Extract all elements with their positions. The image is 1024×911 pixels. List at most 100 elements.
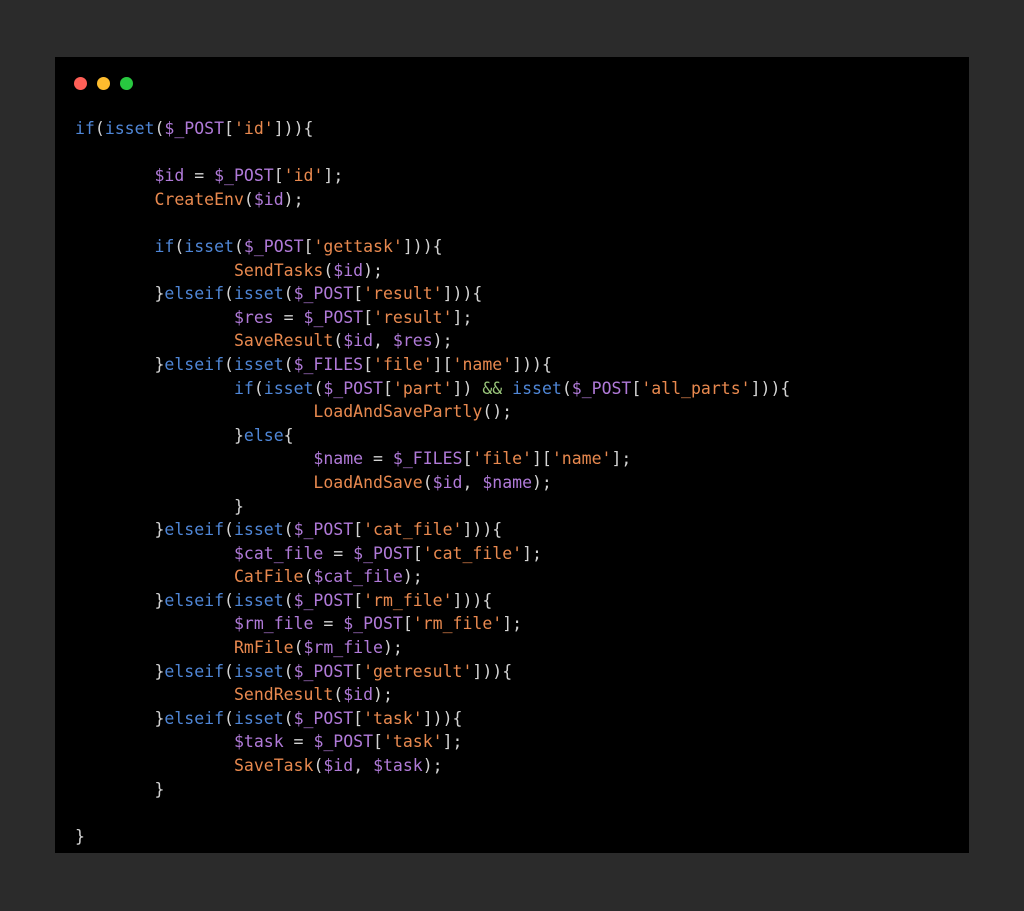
punctuation-token: [ bbox=[353, 708, 364, 728]
code-line: $id = $_POST['id']; bbox=[75, 164, 790, 188]
code-line: }elseif(isset($_FILES['file']['name'])){ bbox=[75, 353, 790, 377]
string-token: 'file' bbox=[373, 354, 433, 374]
punctuation-token: ( bbox=[283, 708, 294, 728]
keyword-token: isset bbox=[233, 708, 284, 728]
string-token: 'name' bbox=[551, 449, 612, 469]
punctuation-token: [ bbox=[363, 354, 374, 374]
string-token: 'result' bbox=[363, 284, 443, 304]
punctuation-token bbox=[75, 614, 234, 633]
string-token: 'part' bbox=[392, 378, 453, 398]
keyword-token: isset bbox=[263, 378, 314, 398]
punctuation-token: = bbox=[363, 449, 393, 469]
string-token: 'task' bbox=[363, 708, 423, 728]
punctuation-token: ])){ bbox=[512, 354, 552, 374]
punctuation-token: ( bbox=[224, 708, 234, 728]
punctuation-token: ]; bbox=[323, 166, 344, 186]
code-line: $res = $_POST['result']; bbox=[75, 306, 790, 330]
punctuation-token: ( bbox=[233, 236, 244, 256]
code-line: }else{ bbox=[75, 424, 790, 448]
keyword-token: elseif bbox=[164, 708, 225, 728]
minimize-button[interactable] bbox=[97, 77, 110, 90]
code-line: if(isset($_POST['id'])){ bbox=[75, 117, 790, 141]
code-line: SendTasks($id); bbox=[75, 259, 790, 283]
code-line: $task = $_POST['task']; bbox=[75, 730, 790, 754]
variable-token: $_FILES bbox=[293, 354, 364, 374]
string-token: 'all_parts' bbox=[641, 378, 751, 398]
punctuation-token: [ bbox=[224, 119, 234, 138]
keyword-token: isset bbox=[184, 236, 234, 256]
punctuation-token: ( bbox=[293, 638, 304, 658]
code-line: } bbox=[75, 778, 790, 802]
punctuation-token: ( bbox=[224, 661, 234, 681]
function-token: SaveResult bbox=[233, 331, 334, 351]
punctuation-token: [ bbox=[303, 236, 314, 256]
string-token: 'gettask' bbox=[313, 236, 403, 256]
punctuation-token: [ bbox=[373, 732, 383, 752]
maximize-button[interactable] bbox=[120, 77, 133, 90]
string-token: 'id' bbox=[233, 119, 274, 138]
function-token: SendResult bbox=[233, 685, 334, 705]
keyword-token: isset bbox=[233, 520, 284, 540]
punctuation-token: ( bbox=[283, 284, 294, 304]
punctuation-token: (); bbox=[482, 402, 513, 422]
variable-token: $cat_file bbox=[313, 567, 403, 587]
code-line: LoadAndSave($id, $name); bbox=[75, 471, 790, 495]
variable-token: $_POST bbox=[303, 307, 364, 327]
code-line: }elseif(isset($_POST['rm_file'])){ bbox=[75, 589, 790, 613]
punctuation-token: ( bbox=[323, 260, 334, 280]
punctuation-token: ( bbox=[253, 378, 264, 398]
punctuation-token bbox=[75, 638, 234, 657]
punctuation-token bbox=[75, 544, 234, 563]
punctuation-token: ( bbox=[333, 685, 344, 705]
keyword-token: isset bbox=[233, 590, 284, 610]
punctuation-token: , bbox=[373, 331, 393, 351]
punctuation-token: ( bbox=[224, 520, 234, 540]
punctuation-token: [ bbox=[412, 543, 423, 563]
punctuation-token: ]) bbox=[452, 378, 483, 398]
punctuation-token bbox=[75, 756, 234, 775]
keyword-token: if bbox=[154, 236, 175, 256]
punctuation-token bbox=[75, 166, 154, 185]
keyword-token: isset bbox=[233, 661, 284, 681]
variable-token: $id bbox=[333, 260, 364, 280]
variable-token: $id bbox=[253, 189, 284, 209]
variable-token: $rm_file bbox=[303, 638, 383, 658]
punctuation-token: ]; bbox=[611, 449, 632, 469]
function-token: LoadAndSave bbox=[313, 472, 423, 492]
variable-token: $_POST bbox=[293, 708, 354, 728]
keyword-token: elseif bbox=[164, 661, 225, 681]
punctuation-token: ( bbox=[224, 590, 234, 610]
punctuation-token: ); bbox=[382, 638, 403, 658]
variable-token: $task bbox=[233, 732, 284, 752]
function-token: CatFile bbox=[233, 567, 304, 587]
code-line: }elseif(isset($_POST['result'])){ bbox=[75, 282, 790, 306]
punctuation-token: ])){ bbox=[452, 590, 493, 610]
string-token: 'cat_file' bbox=[363, 520, 463, 540]
variable-token: $id bbox=[343, 685, 374, 705]
keyword-token: if bbox=[233, 378, 254, 398]
punctuation-token: } bbox=[75, 496, 244, 516]
punctuation-token bbox=[75, 308, 234, 327]
keyword-token: elseif bbox=[164, 590, 225, 610]
code-line: } bbox=[75, 495, 790, 519]
close-button[interactable] bbox=[74, 77, 87, 90]
punctuation-token bbox=[75, 261, 234, 280]
punctuation-token: = bbox=[273, 307, 304, 327]
punctuation-token: ])){ bbox=[462, 520, 503, 540]
punctuation-token: ]; bbox=[452, 307, 473, 327]
keyword-token: isset bbox=[512, 378, 562, 398]
code-window: if(isset($_POST['id'])){ $id = $_POST['i… bbox=[55, 57, 969, 853]
punctuation-token: ( bbox=[224, 354, 234, 374]
variable-token: $id bbox=[343, 331, 374, 351]
punctuation-token: ( bbox=[333, 331, 344, 351]
variable-token: $id bbox=[154, 166, 185, 186]
keyword-token: if bbox=[75, 119, 95, 138]
code-line: }elseif(isset($_POST['cat_file'])){ bbox=[75, 518, 790, 542]
punctuation-token: ); bbox=[532, 472, 552, 492]
punctuation-token: , bbox=[353, 756, 374, 776]
function-token: SendTasks bbox=[233, 260, 324, 280]
punctuation-token: [ bbox=[402, 614, 413, 634]
punctuation-token: [ bbox=[382, 378, 393, 398]
